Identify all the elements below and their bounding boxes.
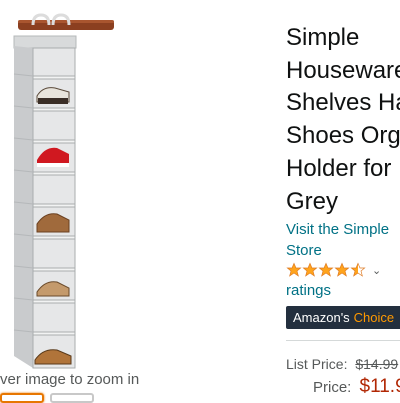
list-price-label: List Price: [286,356,348,372]
title-line: Simple [286,24,360,51]
product-image[interactable] [0,0,282,370]
star-rating[interactable]: ⌄ [286,261,381,279]
store-link-line: Store [286,242,322,259]
store-link-line: Visit the Simple [286,221,390,238]
list-price-value: $14.99 [355,356,399,372]
star-full-icon [334,262,350,278]
title-line: Shelves Ha [286,89,400,117]
title-line: Shoes Org [286,122,400,150]
divider [286,340,400,341]
badge-prefix: Amazon's [293,310,350,325]
ratings-count-link[interactable]: ratings [286,282,331,299]
image-gallery: ver image to zoom in [0,0,282,403]
product-title: Simple Houseware Shelves Ha Shoes Org Ho… [286,22,400,218]
visit-store-link[interactable]: Visit the Simple Store [286,219,400,261]
star-half-icon [350,262,366,278]
thumbnail-2[interactable] [50,393,94,403]
badge-choice: Choice [353,310,395,325]
star-full-icon [286,262,302,278]
title-line: Holder for [286,154,392,182]
product-details: Simple Houseware Shelves Ha Shoes Org Ho… [282,0,400,400]
thumbnail-1[interactable] [0,393,44,403]
price-row: Price: $11.9 [313,376,400,398]
price-label: Price: [313,379,352,396]
title-line: Houseware [286,56,400,84]
zoom-hint-text: ver image to zoom in [0,371,140,388]
price-value: $11.9 [359,376,400,397]
chevron-down-icon[interactable]: ⌄ [372,264,381,277]
star-full-icon [302,262,318,278]
list-price-row: List Price: $14.99 [286,356,398,372]
star-full-icon [318,262,334,278]
amazons-choice-badge[interactable]: Amazon's Choice [286,306,400,329]
title-line: Grey [286,187,339,215]
